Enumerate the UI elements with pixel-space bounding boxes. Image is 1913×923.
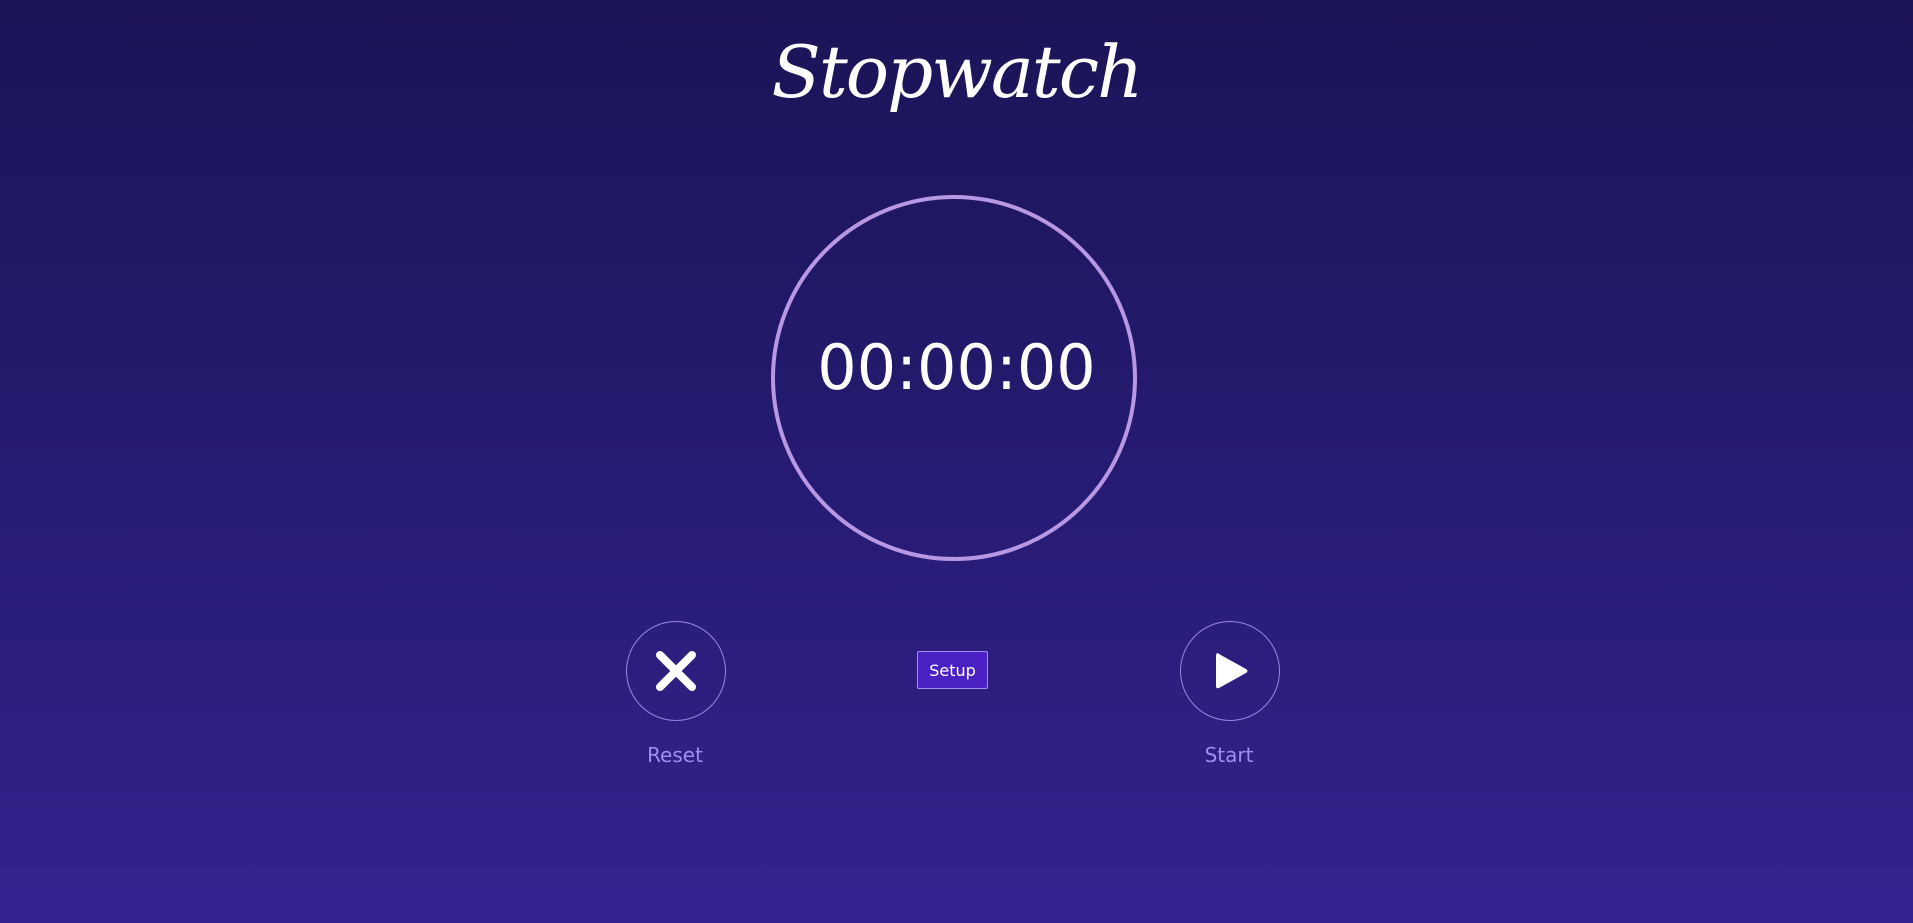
page-title: Stopwatch bbox=[771, 30, 1144, 114]
time-display: 00:00:00 bbox=[817, 331, 1096, 404]
close-icon bbox=[656, 651, 696, 691]
reset-button[interactable] bbox=[626, 621, 726, 721]
setup-button[interactable]: Setup bbox=[917, 651, 988, 689]
start-label: Start bbox=[1204, 743, 1254, 767]
play-icon bbox=[1216, 653, 1248, 689]
start-button[interactable] bbox=[1180, 621, 1280, 721]
reset-label: Reset bbox=[647, 743, 703, 767]
